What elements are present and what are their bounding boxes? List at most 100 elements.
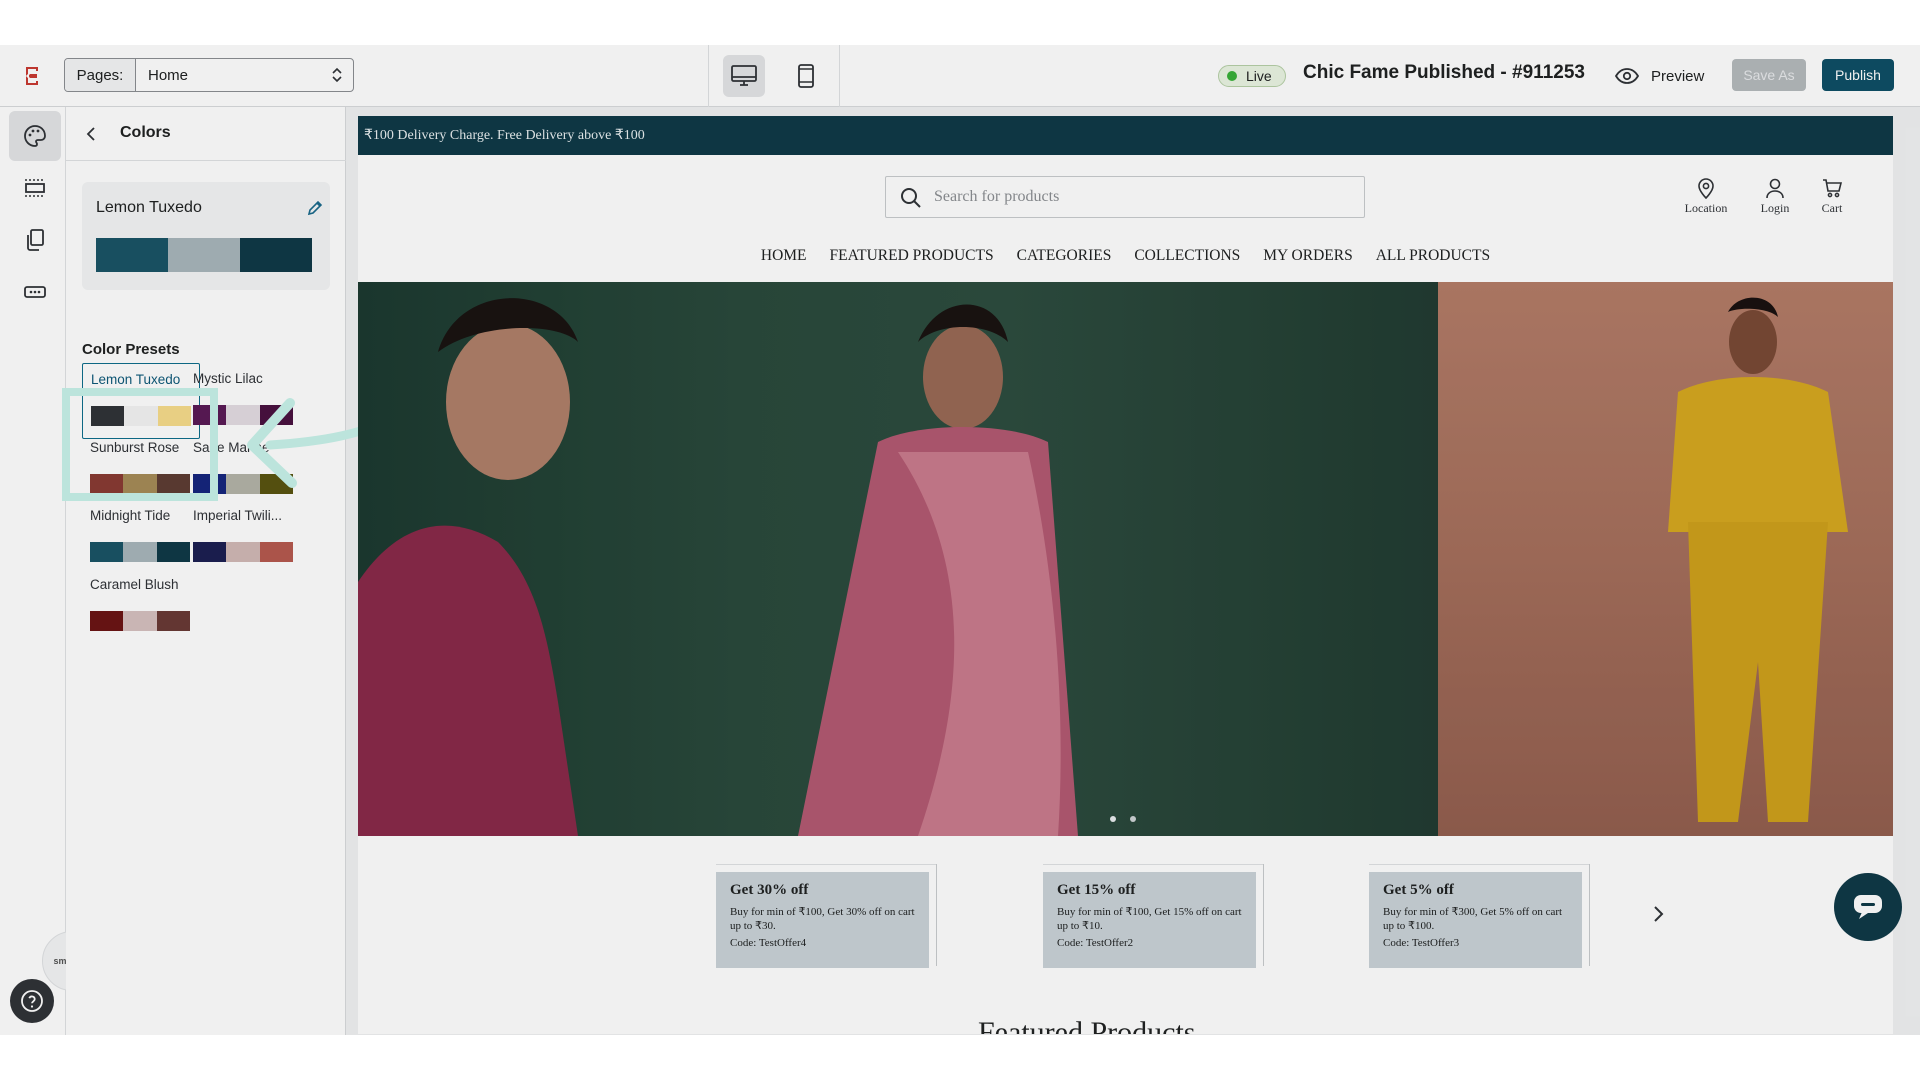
pencil-icon[interactable] — [306, 199, 324, 217]
swatch-color — [96, 238, 168, 272]
hero-image-left — [358, 282, 1438, 836]
swatch-color — [226, 405, 260, 425]
swatch-color — [123, 542, 157, 562]
save-as-button[interactable]: Save As — [1732, 59, 1806, 91]
desktop-view-button[interactable] — [723, 55, 765, 97]
hero-figure-right — [1668, 297, 1848, 822]
pages-label: Pages: — [65, 59, 136, 91]
preset-caramel-blush[interactable]: Caramel Blush — [82, 569, 200, 645]
sections-tool-button[interactable] — [9, 163, 61, 213]
help-button[interactable] — [10, 979, 54, 1023]
cart-link[interactable]: Cart — [1802, 177, 1862, 216]
preset-sunburst-rose[interactable]: Sunburst Rose — [82, 432, 200, 508]
preset-mystic-lilac[interactable]: Mystic Lilac — [185, 363, 303, 439]
pages-value: Home — [148, 66, 189, 84]
search-icon — [901, 188, 921, 208]
hero-banner[interactable] — [358, 282, 1893, 836]
offer-description: Buy for min of ₹100, Get 30% off on cart… — [730, 906, 915, 932]
preset-lemon-tuxedo[interactable]: Lemon Tuxedo — [82, 363, 200, 439]
preset-swatch — [90, 542, 190, 562]
swatch-color — [259, 405, 293, 425]
preset-name: Imperial Twili... — [193, 508, 283, 523]
swatch-color — [240, 238, 312, 272]
pages-dropdown[interactable]: Home — [136, 59, 353, 91]
preset-imperial-twili[interactable]: Imperial Twili... — [185, 500, 303, 576]
carousel-dots — [1110, 816, 1136, 822]
promo-banner: ₹100 Delivery Charge. Free Delivery abov… — [358, 116, 1893, 155]
nav-item[interactable]: FEATURED PRODUCTS — [830, 247, 994, 265]
current-theme-name: Lemon Tuxedo — [96, 199, 202, 216]
offer-code: Code: TestOffer3 — [1383, 937, 1460, 949]
swatch-color — [259, 474, 293, 494]
offer-card[interactable]: Get 5% off Buy for min of ₹300, Get 5% o… — [1369, 864, 1590, 968]
sections-icon — [25, 179, 45, 197]
chat-button[interactable] — [1834, 873, 1902, 941]
back-button[interactable] — [80, 123, 102, 145]
current-theme-card: Lemon Tuxedo — [82, 182, 330, 290]
preset-swatch — [193, 542, 293, 562]
swatch-color — [193, 542, 227, 562]
store-preview-canvas: ₹100 Delivery Charge. Free Delivery abov… — [358, 116, 1893, 1034]
location-link[interactable]: Location — [1676, 177, 1736, 216]
colors-panel: Colors Lemon Tuxedo Color Presets Lemon … — [66, 107, 346, 1035]
swatch-color — [156, 611, 190, 631]
nav-item[interactable]: MY ORDERS — [1263, 247, 1352, 265]
search-placeholder: Search for products — [934, 188, 1060, 205]
preset-name: Mystic Lilac — [193, 371, 263, 386]
swatch-color — [193, 405, 227, 425]
offers-carousel: Get 30% off Buy for min of ₹100, Get 30%… — [358, 836, 1893, 1034]
nav-item[interactable]: HOME — [761, 247, 807, 265]
preset-sage-marine[interactable]: Sage Marine — [185, 432, 303, 508]
swatch-color — [226, 542, 260, 562]
swatch-color — [123, 611, 157, 631]
live-label: Live — [1246, 68, 1272, 84]
preset-swatch — [90, 474, 190, 494]
current-theme-swatch — [96, 238, 312, 272]
logo-icon[interactable] — [20, 64, 44, 88]
left-icon-rail — [0, 107, 66, 1035]
offer-title: Get 30% off — [730, 882, 809, 898]
color-presets-title: Color Presets — [82, 341, 180, 358]
store-title: Chic Fame Published - #911253 — [1303, 62, 1585, 83]
offer-code: Code: TestOffer2 — [1057, 937, 1134, 949]
chevron-updown-icon — [332, 67, 342, 83]
pages-tool-button[interactable] — [9, 215, 61, 265]
offer-code: Code: TestOffer4 — [730, 937, 807, 949]
nav-item[interactable]: COLLECTIONS — [1134, 247, 1240, 265]
preset-swatch — [193, 474, 293, 494]
preset-name: Sage Marine — [193, 440, 270, 455]
search-input[interactable]: Search for products — [885, 176, 1365, 218]
carousel-dot[interactable] — [1110, 816, 1116, 822]
carousel-dot[interactable] — [1130, 816, 1136, 822]
top-bar: Pages: Home Live Chic Fame Published - #… — [0, 45, 1920, 107]
chevron-right-icon[interactable] — [1648, 904, 1668, 924]
hero-figures — [358, 298, 1078, 836]
mobile-view-button[interactable] — [785, 55, 827, 97]
preset-name: Sunburst Rose — [90, 440, 180, 455]
cart-icon — [1823, 179, 1842, 198]
nav-item[interactable]: CATEGORIES — [1017, 247, 1112, 265]
colors-tool-button[interactable] — [9, 111, 61, 161]
offer-description: Buy for min of ₹100, Get 15% off on cart… — [1057, 906, 1242, 932]
preview-button[interactable]: Preview — [1615, 63, 1704, 89]
store-nav: HOME FEATURED PRODUCTS CATEGORIES COLLEC… — [358, 247, 1893, 265]
back-chevron-icon — [86, 127, 95, 141]
chat-icon — [1854, 895, 1882, 919]
swatch-color — [168, 238, 240, 272]
login-link[interactable]: Login — [1745, 177, 1805, 216]
publish-button[interactable]: Publish — [1822, 59, 1894, 91]
pages-selector[interactable]: Pages: Home — [64, 58, 354, 92]
panel-title: Colors — [120, 124, 171, 141]
preset-midnight-tide[interactable]: Midnight Tide — [82, 500, 200, 576]
preset-swatch — [193, 405, 293, 425]
swatch-color — [90, 542, 124, 562]
featured-products-title: Featured Products — [978, 1016, 1196, 1034]
offer-title: Get 15% off — [1057, 882, 1136, 898]
location-label: Location — [1684, 201, 1728, 215]
offer-card[interactable]: Get 30% off Buy for min of ₹100, Get 30%… — [716, 864, 937, 968]
nav-item[interactable]: ALL PRODUCTS — [1376, 247, 1490, 265]
user-icon — [1766, 178, 1784, 199]
preset-swatch — [91, 406, 191, 426]
offer-card[interactable]: Get 15% off Buy for min of ₹100, Get 15%… — [1043, 864, 1264, 968]
more-tool-button[interactable] — [9, 267, 61, 317]
